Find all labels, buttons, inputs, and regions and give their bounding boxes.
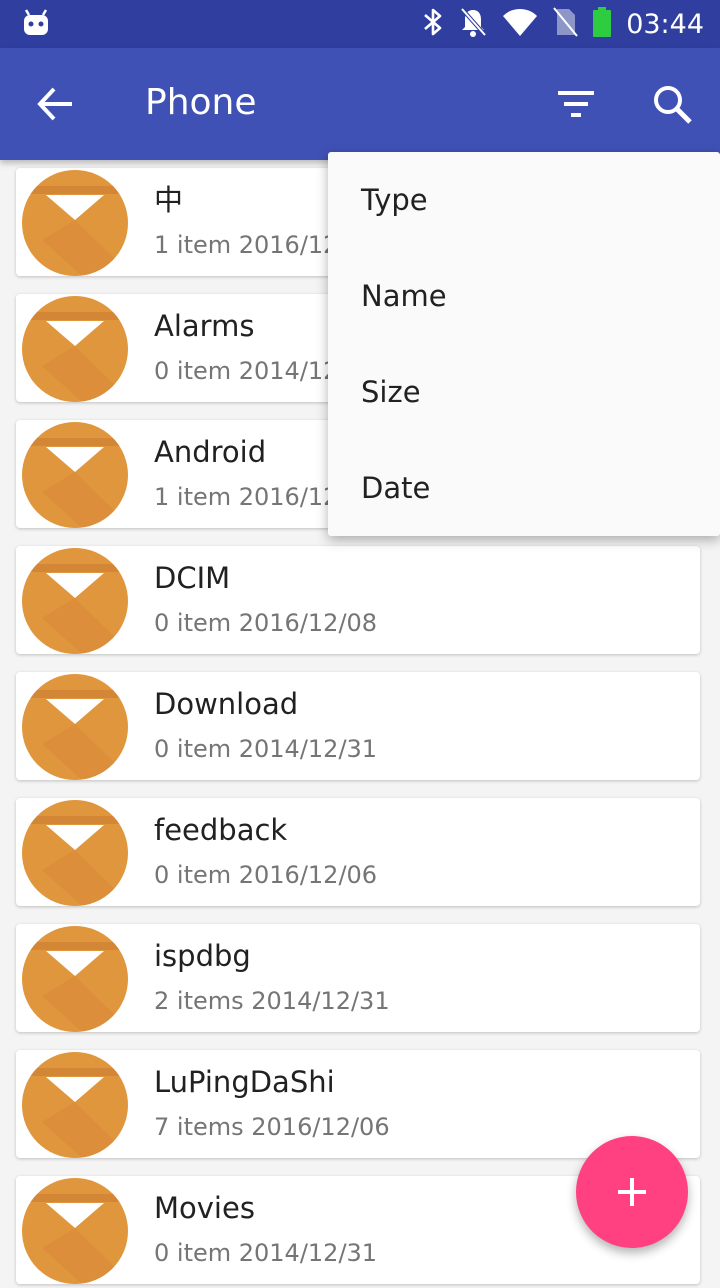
app-bar: Phone — [0, 48, 720, 160]
file-row[interactable]: Download 0 item 2014/12/31 — [16, 672, 700, 780]
sort-option-label: Name — [361, 279, 447, 313]
filter-icon — [558, 91, 594, 117]
sort-button[interactable] — [552, 80, 600, 128]
folder-icon — [22, 800, 128, 906]
file-meta: 0 item 2014/12 — [154, 357, 339, 385]
folder-icon — [22, 1052, 128, 1158]
file-meta: 1 item 2016/12 — [154, 231, 339, 259]
file-name: 中 — [154, 183, 184, 217]
sort-option-label: Type — [361, 183, 428, 217]
no-sim-icon — [552, 6, 578, 42]
file-meta: 0 item 2014/12/31 — [154, 1239, 378, 1267]
file-name: Movies — [154, 1191, 255, 1225]
folder-icon — [22, 548, 128, 654]
file-meta: 7 items 2016/12/06 — [154, 1113, 390, 1141]
folder-icon — [22, 674, 128, 780]
sort-option-date[interactable]: Date — [328, 440, 720, 536]
search-button[interactable] — [648, 80, 696, 128]
sort-option-size[interactable]: Size — [328, 344, 720, 440]
plus-icon — [618, 1178, 646, 1206]
folder-icon — [22, 422, 128, 528]
file-row[interactable]: DCIM 0 item 2016/12/08 — [16, 546, 700, 654]
file-meta: 1 item 2016/12 — [154, 483, 339, 511]
file-row[interactable]: feedback 0 item 2016/12/06 — [16, 798, 700, 906]
folder-icon — [22, 1178, 128, 1284]
file-name: feedback — [154, 813, 288, 847]
arrow-back-icon — [37, 87, 72, 121]
sort-option-name[interactable]: Name — [328, 248, 720, 344]
file-meta: 0 item 2014/12/31 — [154, 735, 378, 763]
file-name: Android — [154, 435, 267, 469]
back-button[interactable] — [32, 80, 80, 128]
file-meta: 0 item 2016/12/06 — [154, 861, 378, 889]
file-name: Download — [154, 687, 299, 721]
sort-option-label: Date — [361, 471, 431, 505]
file-name: ispdbg — [154, 939, 251, 973]
status-bar: 03:44 — [0, 0, 720, 48]
file-name: DCIM — [154, 561, 231, 595]
folder-icon — [22, 296, 128, 402]
search-icon — [654, 86, 692, 124]
file-row[interactable]: ispdbg 2 items 2014/12/31 — [16, 924, 700, 1032]
file-name: Alarms — [154, 309, 255, 343]
file-name: LuPingDaShi — [154, 1065, 335, 1099]
sort-option-type[interactable]: Type — [328, 152, 720, 248]
battery-icon — [592, 6, 612, 42]
sort-option-label: Size — [361, 375, 421, 409]
folder-icon — [22, 926, 128, 1032]
file-meta: 2 items 2014/12/31 — [154, 987, 390, 1015]
android-icon — [22, 9, 50, 41]
notifications-off-icon — [458, 6, 488, 42]
wifi-icon — [502, 7, 538, 41]
bluetooth-icon — [422, 6, 444, 42]
sort-menu: Type Name Size Date — [328, 152, 720, 536]
page-title: Phone — [145, 82, 257, 123]
folder-icon — [22, 170, 128, 276]
file-meta: 0 item 2016/12/08 — [154, 609, 378, 637]
file-row[interactable]: LuPingDaShi 7 items 2016/12/06 — [16, 1050, 700, 1158]
add-button[interactable] — [576, 1136, 688, 1248]
status-time: 03:44 — [626, 8, 704, 40]
